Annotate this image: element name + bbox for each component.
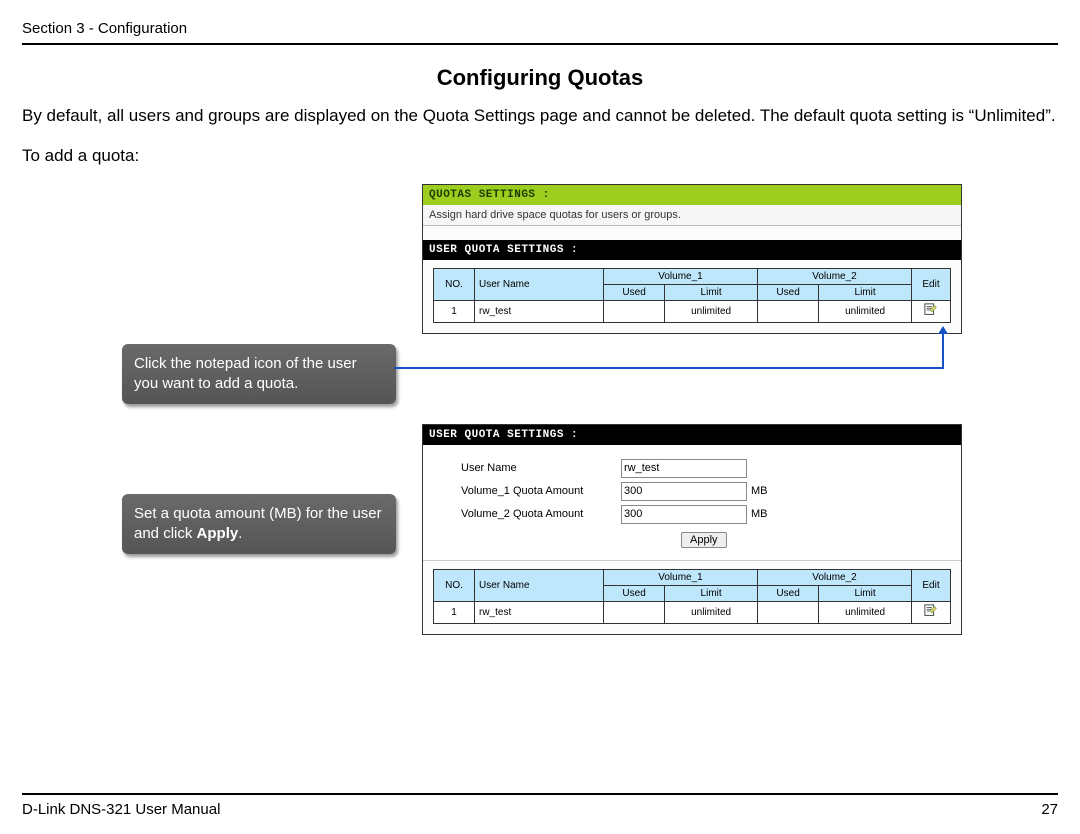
cell-v1-used <box>604 300 665 322</box>
user-quota-form-panel: USER QUOTA SETTINGS : User Name Volume_1… <box>422 424 962 635</box>
col-edit: Edit <box>912 268 951 300</box>
cell-v1-limit: unlimited <box>665 601 758 623</box>
cell-user: rw_test <box>475 300 604 322</box>
input-user-name[interactable] <box>621 459 747 478</box>
col-v1-limit: Limit <box>665 284 758 300</box>
col-v2-limit: Limit <box>819 284 912 300</box>
col-v2-limit: Limit <box>819 585 912 601</box>
notepad-icon[interactable] <box>924 604 938 618</box>
intro-paragraph: By default, all users and groups are dis… <box>22 105 1058 128</box>
cell-v2-limit: unlimited <box>819 300 912 322</box>
col-user: User Name <box>475 268 604 300</box>
callout2-text-b: Apply <box>197 525 239 542</box>
panel-title-quotas: QUOTAS SETTINGS : <box>423 185 961 205</box>
footer-page-number: 27 <box>1041 801 1058 818</box>
col-v2-used: Used <box>757 585 818 601</box>
input-v2-quota[interactable] <box>621 505 747 524</box>
cell-v1-used <box>604 601 665 623</box>
unit-mb-1: MB <box>751 485 768 497</box>
cell-no: 1 <box>434 601 475 623</box>
callout-text: Click the notepad icon of the user you w… <box>134 355 357 392</box>
page-title: Configuring Quotas <box>22 65 1058 91</box>
notepad-icon[interactable] <box>924 303 938 317</box>
input-v1-quota[interactable] <box>621 482 747 501</box>
cell-v2-limit: unlimited <box>819 601 912 623</box>
col-no: NO. <box>434 268 475 300</box>
col-v1-limit: Limit <box>665 585 758 601</box>
callout-set-quota: Set a quota amount (MB) for the user and… <box>122 494 396 555</box>
col-vol2: Volume_2 <box>757 569 911 585</box>
quotas-settings-panel: QUOTAS SETTINGS : Assign hard drive spac… <box>422 184 962 334</box>
col-v1-used: Used <box>604 284 665 300</box>
col-user: User Name <box>475 569 604 601</box>
cell-no: 1 <box>434 300 475 322</box>
callout-click-notepad: Click the notepad icon of the user you w… <box>122 344 396 405</box>
cell-v1-limit: unlimited <box>665 300 758 322</box>
form-row-v1: Volume_1 Quota Amount MB <box>431 482 953 501</box>
col-edit: Edit <box>912 569 951 601</box>
cell-v2-used <box>757 601 818 623</box>
col-v2-used: Used <box>757 284 818 300</box>
apply-button[interactable]: Apply <box>681 532 727 548</box>
section-header: Section 3 - Configuration <box>22 20 1058 45</box>
to-add-label: To add a quota: <box>22 146 1058 166</box>
user-quota-settings-header-1: USER QUOTA SETTINGS : <box>423 240 961 260</box>
user-quota-table-2: NO. User Name Volume_1 Volume_2 Edit Use… <box>433 569 951 624</box>
label-v1-quota: Volume_1 Quota Amount <box>431 485 621 497</box>
callout2-text-c: . <box>238 525 242 542</box>
label-user-name: User Name <box>431 462 621 474</box>
form-row-v2: Volume_2 Quota Amount MB <box>431 505 953 524</box>
table-row: 1 rw_test unlimited unlimited <box>434 601 951 623</box>
user-quota-table-1: NO. User Name Volume_1 Volume_2 Edit Use… <box>433 268 951 323</box>
form-row-user: User Name <box>431 459 953 478</box>
col-vol2: Volume_2 <box>757 268 911 284</box>
col-vol1: Volume_1 <box>604 268 758 284</box>
table-row: 1 rw_test unlimited unlimited <box>434 300 951 322</box>
callout2-text-a: Set a quota amount (MB) for the user and… <box>134 505 382 542</box>
user-quota-settings-header-2: USER QUOTA SETTINGS : <box>423 425 961 445</box>
col-no: NO. <box>434 569 475 601</box>
page-footer: D-Link DNS-321 User Manual 27 <box>22 793 1058 818</box>
cell-user: rw_test <box>475 601 604 623</box>
footer-left: D-Link DNS-321 User Manual <box>22 801 220 818</box>
label-v2-quota: Volume_2 Quota Amount <box>431 508 621 520</box>
cell-v2-used <box>757 300 818 322</box>
unit-mb-2: MB <box>751 508 768 520</box>
panel-subtitle: Assign hard drive space quotas for users… <box>423 205 961 226</box>
cell-edit[interactable] <box>912 601 951 623</box>
col-vol1: Volume_1 <box>604 569 758 585</box>
cell-edit[interactable] <box>912 300 951 322</box>
col-v1-used: Used <box>604 585 665 601</box>
